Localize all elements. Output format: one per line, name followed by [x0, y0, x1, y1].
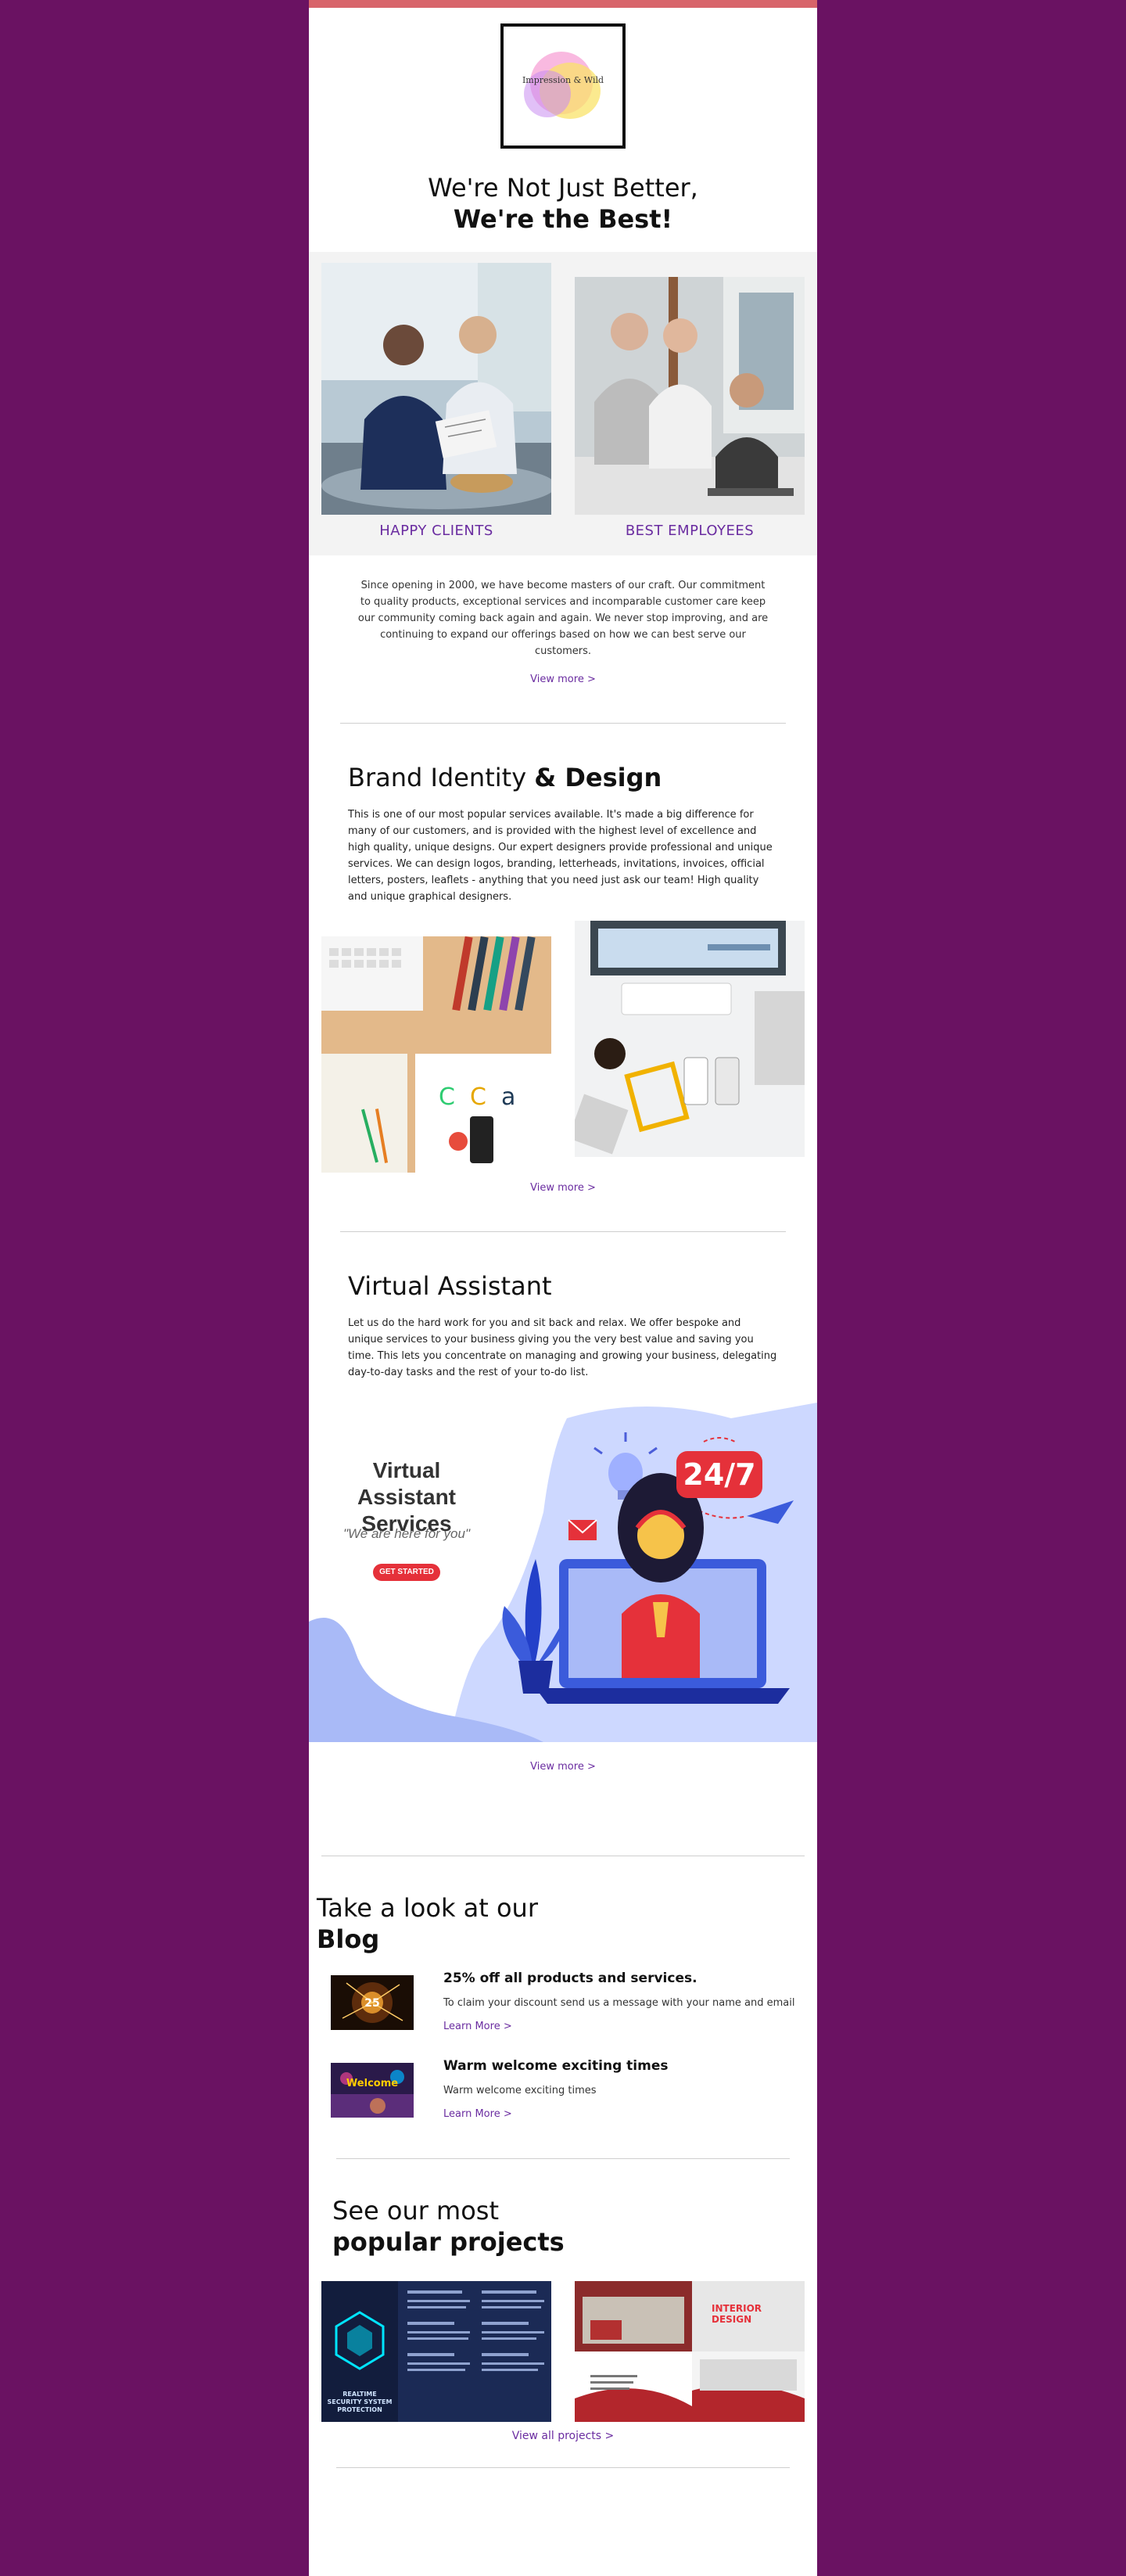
view-all-projects-link[interactable]: View all projects > — [309, 2430, 817, 2442]
brand-title-light: Brand Identity — [348, 763, 535, 792]
brand-images-row: C C a — [309, 921, 817, 1179]
va-get-started-button[interactable]: GET STARTED — [373, 1564, 440, 1581]
projects-heading-bold: popular projects — [332, 2227, 565, 2257]
svg-text:C: C — [470, 1083, 486, 1111]
blog-thumb-text: 25 — [364, 1997, 379, 2010]
brand-section-title: Brand Identity & Design — [309, 763, 817, 792]
blog-learn-more-link[interactable]: Learn More > — [443, 2108, 512, 2120]
blog-list: 25 25% off all products and services. To… — [309, 1971, 817, 2158]
brand-title-bold: & Design — [534, 763, 662, 792]
design-desk-photo[interactable]: C C a — [321, 936, 551, 1173]
top-accent-bar — [309, 0, 817, 8]
project-interior-label: INTERIOR DESIGN — [712, 2303, 762, 2325]
blog-item-description: To claim your discount send us a message… — [443, 1997, 795, 2009]
logo-art: Impression & Wild — [516, 39, 610, 133]
blog-thumbnail-fireworks[interactable]: 25 — [331, 1975, 414, 2030]
brand-view-more-link[interactable]: View more > — [309, 1182, 817, 1194]
projects-row: REALTIME SECURITY SYSTEM PROTECTION INTE… — [309, 2281, 817, 2427]
section-divider — [336, 2158, 790, 2159]
va-banner[interactable]: 24/7 Virtual Assistant Services "We are … — [309, 1403, 817, 1742]
va-247-badge: 24/7 — [676, 1451, 762, 1498]
va-view-more-link[interactable]: View more > — [309, 1761, 817, 1773]
va-section-title: Virtual Assistant — [348, 1271, 552, 1301]
logo-text: Impression & Wild — [522, 75, 604, 85]
blog-thumbnail-welcome[interactable]: Welcome — [331, 2063, 414, 2118]
blog-heading: Take a look at our Blog — [309, 1892, 817, 1955]
svg-text:a: a — [501, 1083, 515, 1111]
design-workspace-photo[interactable] — [575, 921, 805, 1157]
projects-heading: See our most popular projects — [309, 2195, 817, 2258]
section-divider — [340, 723, 786, 724]
hero-line-1: We're Not Just Better, — [428, 173, 698, 203]
va-banner-title-line1: Virtual Assistant — [357, 1458, 457, 1509]
hero-title: We're Not Just Better, We're the Best! — [309, 172, 817, 235]
svg-text:C: C — [439, 1083, 455, 1111]
project-security-label: REALTIME SECURITY SYSTEM PROTECTION — [327, 2391, 393, 2413]
happy-clients-photo[interactable] — [321, 263, 551, 515]
va-banner-title: Virtual Assistant Services — [325, 1457, 489, 1537]
project-security-brochure[interactable]: REALTIME SECURITY SYSTEM PROTECTION — [321, 2281, 551, 2422]
blog-item-title[interactable]: 25% off all products and services. — [443, 1971, 697, 1986]
blog-item[interactable]: 25 25% off all products and services. To… — [309, 1971, 817, 2041]
blog-heading-light: Take a look at our — [317, 1893, 538, 1923]
best-employees-photo[interactable] — [575, 277, 805, 515]
blog-item[interactable]: Welcome Warm welcome exciting times Warm… — [309, 2058, 817, 2129]
hero-line-2: We're the Best! — [453, 204, 673, 234]
projects-heading-light: See our most — [332, 2196, 500, 2226]
blog-heading-bold: Blog — [317, 1924, 380, 1954]
project-interior-brochure[interactable]: INTERIOR DESIGN — [575, 2281, 805, 2422]
brand-section-body: This is one of our most popular services… — [348, 809, 773, 903]
blog-thumb-text: Welcome — [346, 2078, 398, 2089]
best-employees-caption: BEST EMPLOYEES — [625, 523, 755, 539]
blog-learn-more-link[interactable]: Learn More > — [443, 2021, 512, 2032]
clients-employees-band: HAPPY CLIENTS BEST EMPLOYEES — [309, 252, 817, 555]
intro-view-more-link[interactable]: View more > — [309, 674, 817, 685]
blog-item-title[interactable]: Warm welcome exciting times — [443, 2058, 668, 2074]
email-container: Impression & Wild We're Not Just Better,… — [309, 0, 817, 2576]
blog-item-description: Warm welcome exciting times — [443, 2085, 597, 2096]
section-divider — [340, 1231, 786, 1232]
va-section-body: Let us do the hard work for you and sit … — [348, 1317, 777, 1378]
intro-paragraph: Since opening in 2000, we have become ma… — [357, 580, 769, 657]
section-divider — [336, 2467, 790, 2468]
company-logo[interactable]: Impression & Wild — [500, 23, 626, 149]
va-banner-quote: "We are here for you" — [343, 1526, 470, 1541]
happy-clients-caption: HAPPY CLIENTS — [379, 523, 493, 539]
